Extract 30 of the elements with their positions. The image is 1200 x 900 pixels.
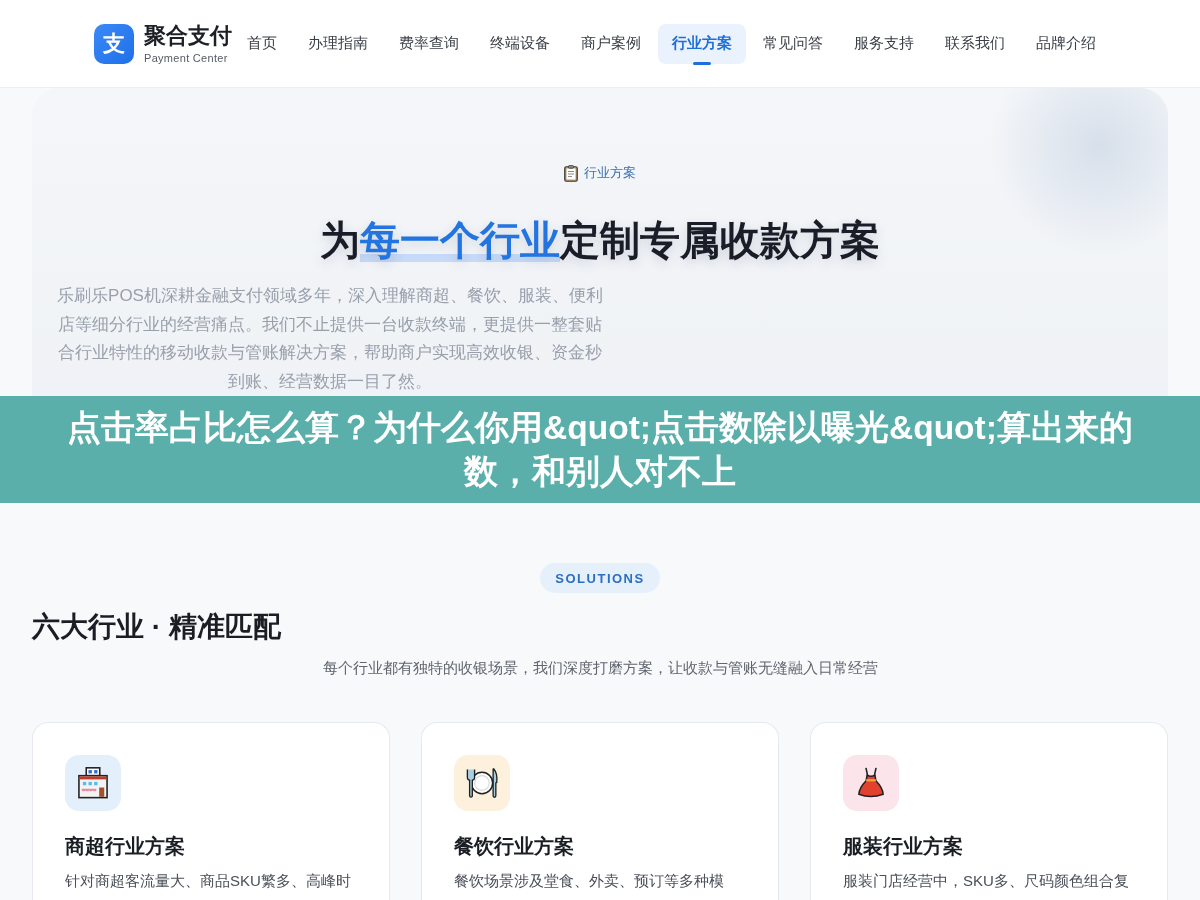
section-subtitle: 每个行业都有独特的收银场景，我们深度打磨方案，让收款与管账无缝融入日常经营 xyxy=(322,658,878,678)
hero-title: 为每一个行业定制专属收款方案 xyxy=(320,217,880,264)
plate-cutlery-icon xyxy=(454,755,510,811)
hero-description: 乐刷乐POS机深耕金融支付领域多年，深入理解商超、餐饮、服装、便利店等细分行业的经营痛点。我们不止提供一台收款终端，更提供一整套贴合行业特性的移动收款与管账解决方案，帮助商户实现高效收银、资金秒到账、经营数据一目了然。 xyxy=(56,285,604,393)
logo-mark: 支 xyxy=(94,23,134,64)
brand-subtitle: Payment Center xyxy=(144,50,228,65)
brand-name: 聚合支付 xyxy=(144,22,232,49)
store-icon xyxy=(65,755,121,811)
nav-link[interactable]: 办理指南 xyxy=(294,23,382,64)
card-title: 商超行业方案 xyxy=(65,834,185,858)
nav-link[interactable]: 联系我们 xyxy=(931,23,1019,64)
section-tag: SOLUTIONS xyxy=(540,563,660,593)
clipboard-icon xyxy=(564,164,578,182)
nav-link[interactable]: 终端设备 xyxy=(476,23,564,64)
nav-link[interactable]: 商户案例 xyxy=(567,23,655,64)
nav-link[interactable]: 常见问答 xyxy=(749,23,837,64)
nav-link[interactable]: 费率查询 xyxy=(385,23,473,64)
nav-link[interactable]: 服务支持 xyxy=(840,23,928,64)
hero-eyebrow-label: 行业方案 xyxy=(584,164,636,182)
nav-link[interactable]: 品牌介绍 xyxy=(1022,23,1110,64)
card-description: 服装门店经营中，SKU多、尺码颜色组合复 xyxy=(843,871,1129,891)
card-title: 餐饮行业方案 xyxy=(454,834,574,858)
nav-link[interactable]: 首页 xyxy=(233,23,291,64)
dress-icon xyxy=(843,755,899,811)
card-description: 针对商超客流量大、商品SKU繁多、高峰时 xyxy=(65,871,351,891)
overlay-title-banner: 点击率占比怎么算？为什么你用&quot;点击数除以曝光&quot;算出来的数，和别人对不上 xyxy=(0,396,1200,503)
card-title: 服装行业方案 xyxy=(843,834,963,858)
nav-link[interactable]: 行业方案 xyxy=(658,23,746,64)
section-heading: 六大行业 · 精准匹配 xyxy=(32,610,281,644)
card-description: 餐饮场景涉及堂食、外卖、预订等多种模 xyxy=(454,871,724,891)
